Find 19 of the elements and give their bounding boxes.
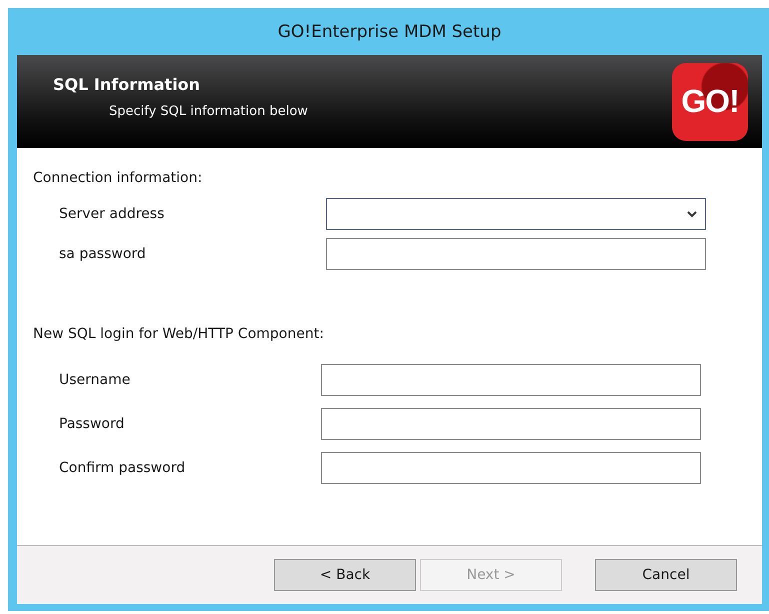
wizard-button[interactable]: Cancel (595, 559, 737, 591)
section-title: New SQL login for Web/HTTP Component: (33, 326, 325, 342)
wizard-button[interactable]: < Back (274, 559, 416, 591)
page-title: SQL Information (53, 74, 202, 94)
field-label: Confirm password (59, 460, 186, 476)
field-label: Server address (59, 206, 166, 222)
input-field[interactable] (321, 452, 701, 484)
field-label: sa password (59, 246, 147, 262)
input-field[interactable] (321, 364, 701, 396)
page-subtitle: Specify SQL information below (109, 104, 308, 118)
logo: GO! (672, 62, 748, 140)
dropdown-field[interactable] (326, 198, 706, 230)
input-field[interactable] (321, 408, 701, 440)
field-label: Username (59, 372, 132, 388)
field-label: Password (59, 416, 126, 432)
input-field[interactable] (326, 238, 706, 270)
chevron-down-icon (687, 210, 697, 218)
section-title: Connection information: (33, 170, 204, 186)
window-title: GO!Enterprise MDM Setup (278, 22, 502, 42)
